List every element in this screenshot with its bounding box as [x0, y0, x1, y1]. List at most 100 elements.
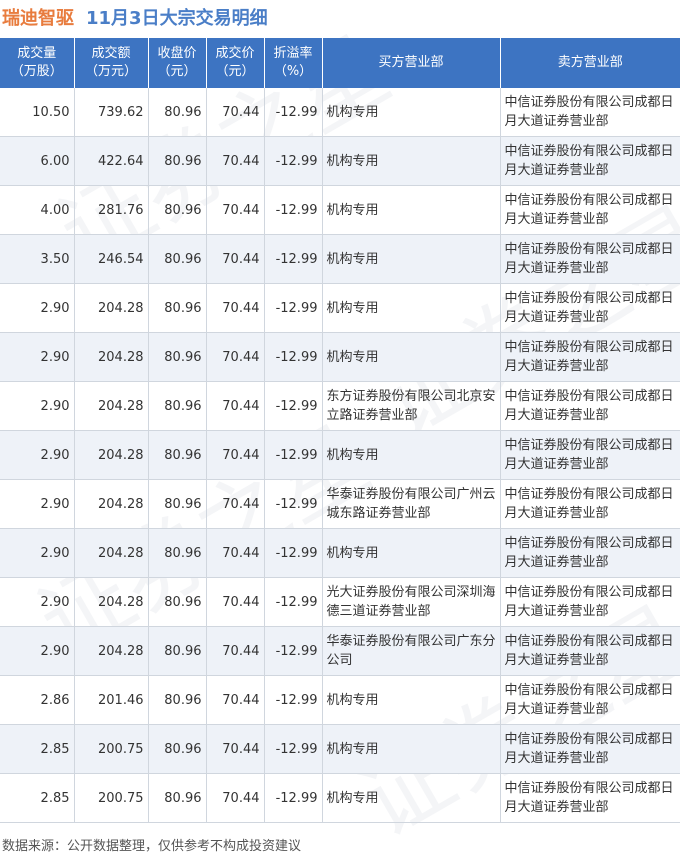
cell-amount: 201.46	[74, 675, 149, 725]
table-row: 2.90 204.28 80.96 70.44 -12.99 华泰证券股份有限公司广东分公…	[0, 626, 680, 676]
cell-seller: 中信证券股份有限公司成都日月大道证券营业部	[500, 528, 680, 578]
cell-trade-price: 70.44	[206, 626, 265, 676]
cell-premium-rate: -12.99	[264, 724, 323, 774]
cell-premium-rate: -12.99	[264, 479, 323, 529]
page-title: 瑞迪智驱 11月3日大宗交易明细	[0, 0, 680, 34]
column-header-volume: 成交量 （万股）	[0, 38, 75, 88]
cell-close-price: 80.96	[148, 136, 207, 186]
cell-amount: 204.28	[74, 283, 149, 333]
cell-buyer: 光大证券股份有限公司深圳海德三道证券营业部	[322, 577, 501, 627]
cell-seller: 中信证券股份有限公司成都日月大道证券营业部	[500, 234, 680, 284]
cell-trade-price: 70.44	[206, 88, 265, 137]
cell-premium-rate: -12.99	[264, 234, 323, 284]
cell-amount: 204.28	[74, 479, 149, 529]
cell-amount: 246.54	[74, 234, 149, 284]
cell-volume: 10.50	[0, 88, 75, 137]
column-header-buyer: 买方营业部	[322, 38, 501, 88]
cell-volume: 2.90	[0, 430, 75, 480]
cell-buyer: 机构专用	[322, 528, 501, 578]
table-row: 6.00 422.64 80.96 70.44 -12.99 机构专用 中信证券股份有限公司…	[0, 136, 680, 186]
cell-premium-rate: -12.99	[264, 332, 323, 382]
column-header-premium-rate: 折溢率 （%）	[264, 38, 323, 88]
cell-close-price: 80.96	[148, 724, 207, 774]
cell-buyer: 华泰证券股份有限公司广东分公司	[322, 626, 501, 676]
cell-close-price: 80.96	[148, 430, 207, 480]
title-text: 11月3日大宗交易明细	[86, 8, 268, 29]
cell-buyer: 机构专用	[322, 332, 501, 382]
cell-premium-rate: -12.99	[264, 136, 323, 186]
table-row: 2.90 204.28 80.96 70.44 -12.99 机构专用 中信证券股份有限公司…	[0, 283, 680, 333]
cell-amount: 200.75	[74, 773, 149, 823]
cell-premium-rate: -12.99	[264, 577, 323, 627]
table-body: 10.50 739.62 80.96 70.44 -12.99 机构专用 中信证券股份有限公…	[0, 88, 680, 823]
cell-close-price: 80.96	[148, 479, 207, 529]
cell-close-price: 80.96	[148, 283, 207, 333]
cell-volume: 6.00	[0, 136, 75, 186]
cell-seller: 中信证券股份有限公司成都日月大道证券营业部	[500, 773, 680, 823]
cell-buyer: 机构专用	[322, 234, 501, 284]
cell-trade-price: 70.44	[206, 332, 265, 382]
block-trade-table: 成交量 （万股） 成交额 （万元） 收盘价 （元） 成交价 （元） 折溢率 （%） 买方营…	[0, 38, 680, 823]
cell-seller: 中信证券股份有限公司成都日月大道证券营业部	[500, 430, 680, 480]
cell-premium-rate: -12.99	[264, 88, 323, 137]
cell-trade-price: 70.44	[206, 724, 265, 774]
table-row: 10.50 739.62 80.96 70.44 -12.99 机构专用 中信证券股份有限公…	[0, 88, 680, 137]
cell-trade-price: 70.44	[206, 283, 265, 333]
cell-volume: 2.90	[0, 332, 75, 382]
table-row: 2.90 204.28 80.96 70.44 -12.99 光大证券股份有限公司深圳海德…	[0, 577, 680, 627]
cell-seller: 中信证券股份有限公司成都日月大道证券营业部	[500, 479, 680, 529]
table-row: 2.86 201.46 80.96 70.44 -12.99 机构专用 中信证券股份有限公司…	[0, 675, 680, 725]
table-row: 2.90 204.28 80.96 70.44 -12.99 东方证券股份有限公司北京安立…	[0, 381, 680, 431]
cell-amount: 204.28	[74, 528, 149, 578]
cell-volume: 2.85	[0, 724, 75, 774]
cell-volume: 2.90	[0, 381, 75, 431]
cell-trade-price: 70.44	[206, 381, 265, 431]
cell-buyer: 机构专用	[322, 185, 501, 235]
cell-trade-price: 70.44	[206, 234, 265, 284]
cell-volume: 3.50	[0, 234, 75, 284]
table-row: 4.00 281.76 80.96 70.44 -12.99 机构专用 中信证券股份有限公司…	[0, 185, 680, 235]
cell-buyer: 机构专用	[322, 773, 501, 823]
cell-amount: 204.28	[74, 626, 149, 676]
cell-amount: 422.64	[74, 136, 149, 186]
cell-trade-price: 70.44	[206, 430, 265, 480]
cell-volume: 2.90	[0, 283, 75, 333]
cell-buyer: 机构专用	[322, 88, 501, 137]
cell-seller: 中信证券股份有限公司成都日月大道证券营业部	[500, 577, 680, 627]
table-row: 2.90 204.28 80.96 70.44 -12.99 机构专用 中信证券股份有限公司…	[0, 332, 680, 382]
cell-premium-rate: -12.99	[264, 430, 323, 480]
cell-volume: 2.90	[0, 626, 75, 676]
cell-seller: 中信证券股份有限公司成都日月大道证券营业部	[500, 185, 680, 235]
cell-amount: 200.75	[74, 724, 149, 774]
cell-amount: 281.76	[74, 185, 149, 235]
column-header-amount: 成交额 （万元）	[74, 38, 149, 88]
cell-amount: 204.28	[74, 381, 149, 431]
cell-seller: 中信证券股份有限公司成都日月大道证券营业部	[500, 136, 680, 186]
cell-seller: 中信证券股份有限公司成都日月大道证券营业部	[500, 381, 680, 431]
cell-buyer: 机构专用	[322, 136, 501, 186]
cell-trade-price: 70.44	[206, 136, 265, 186]
column-header-close-price: 收盘价 （元）	[148, 38, 207, 88]
cell-close-price: 80.96	[148, 528, 207, 578]
cell-buyer: 东方证券股份有限公司北京安立路证券营业部	[322, 381, 501, 431]
cell-amount: 204.28	[74, 430, 149, 480]
table-row: 2.90 204.28 80.96 70.44 -12.99 机构专用 中信证券股份有限公司…	[0, 430, 680, 480]
cell-amount: 204.28	[74, 332, 149, 382]
cell-close-price: 80.96	[148, 332, 207, 382]
cell-amount: 204.28	[74, 577, 149, 627]
cell-volume: 2.90	[0, 577, 75, 627]
cell-premium-rate: -12.99	[264, 283, 323, 333]
table-header-row: 成交量 （万股） 成交额 （万元） 收盘价 （元） 成交价 （元） 折溢率 （%） 买方营…	[0, 38, 680, 88]
cell-trade-price: 70.44	[206, 528, 265, 578]
table-row: 2.90 204.28 80.96 70.44 -12.99 华泰证券股份有限公司广州云城…	[0, 479, 680, 529]
cell-premium-rate: -12.99	[264, 381, 323, 431]
cell-buyer: 华泰证券股份有限公司广州云城东路证券营业部	[322, 479, 501, 529]
cell-seller: 中信证券股份有限公司成都日月大道证券营业部	[500, 626, 680, 676]
cell-seller: 中信证券股份有限公司成都日月大道证券营业部	[500, 88, 680, 137]
cell-close-price: 80.96	[148, 381, 207, 431]
stock-name: 瑞迪智驱	[2, 8, 74, 29]
cell-close-price: 80.96	[148, 577, 207, 627]
cell-seller: 中信证券股份有限公司成都日月大道证券营业部	[500, 675, 680, 725]
cell-amount: 739.62	[74, 88, 149, 137]
cell-volume: 4.00	[0, 185, 75, 235]
